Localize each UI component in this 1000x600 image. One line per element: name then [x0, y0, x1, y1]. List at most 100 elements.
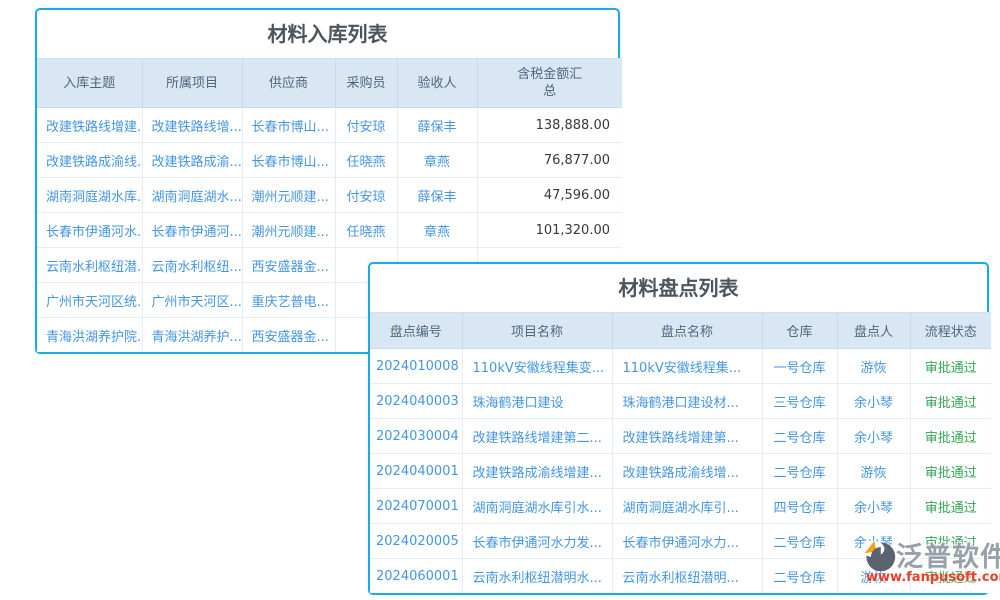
table-cell[interactable]: 青海洪湖养护院... [37, 318, 142, 353]
table-cell[interactable]: 2024070001 [370, 489, 462, 524]
table-row[interactable]: 2024040001改建铁路成渝线增建...改建铁路成渝线增...二号仓库游恢审… [370, 454, 991, 489]
table-row[interactable]: 2024040003珠海鹤港口建设珠海鹤港口建设材...三号仓库余小琴审批通过 [370, 384, 991, 419]
table-cell[interactable]: 长春市博山... [242, 143, 335, 178]
table-cell[interactable]: 任晓燕 [335, 143, 397, 178]
table-cell[interactable]: 2024040001 [370, 454, 462, 489]
table-cell[interactable]: 101,320.00 [477, 213, 622, 248]
column-header: 供应商 [242, 59, 335, 108]
table-cell[interactable]: 审批通过 [910, 559, 991, 594]
table-cell[interactable]: 二号仓库 [762, 454, 837, 489]
table-cell[interactable]: 重庆艺普电... [242, 283, 335, 318]
table-row[interactable]: 长春市伊通河水...长春市伊通河...潮州元顺建...任晓燕章燕101,320.… [37, 213, 622, 248]
column-header: 含税金额汇总 [477, 59, 622, 108]
table-cell[interactable]: 四号仓库 [762, 489, 837, 524]
table-cell[interactable]: 余小琴 [837, 384, 910, 419]
table-cell[interactable]: 二号仓库 [762, 559, 837, 594]
table-row[interactable]: 改建铁路线增建...改建铁路线增...长春市博山...付安琼薛保丰138,888… [37, 108, 622, 143]
table-cell[interactable]: 2024010008 [370, 349, 462, 384]
table-cell[interactable]: 二号仓库 [762, 419, 837, 454]
table-cell[interactable]: 改建铁路成渝... [142, 143, 242, 178]
table-cell[interactable]: 云南水利枢纽潜明... [612, 559, 762, 594]
table-cell[interactable]: 薛保丰 [397, 108, 477, 143]
table-cell[interactable]: 审批通过 [910, 489, 991, 524]
table-cell[interactable]: 110kV安徽线程集变... [462, 349, 612, 384]
table-cell[interactable]: 付安琼 [335, 108, 397, 143]
table-cell[interactable]: 湖南洞庭湖水库引... [612, 489, 762, 524]
table-cell[interactable]: 湖南洞庭湖水... [142, 178, 242, 213]
table-cell[interactable]: 47,596.00 [477, 178, 622, 213]
material-inbound-list-title: 材料入库列表 [37, 10, 618, 58]
table-cell[interactable]: 改建铁路线增建第... [612, 419, 762, 454]
column-header: 入库主题 [37, 59, 142, 108]
table-cell[interactable]: 章燕 [397, 213, 477, 248]
table-cell[interactable]: 审批通过 [910, 524, 991, 559]
column-header: 所属项目 [142, 59, 242, 108]
table-row[interactable]: 2024070001湖南洞庭湖水库引水...湖南洞庭湖水库引...四号仓库余小琴… [370, 489, 991, 524]
table-cell[interactable]: 云南水利枢纽... [142, 248, 242, 283]
material-stocktake-list-title: 材料盘点列表 [370, 264, 987, 312]
table-cell[interactable]: 三号仓库 [762, 384, 837, 419]
table-cell[interactable]: 长春市伊通河水... [37, 213, 142, 248]
table-cell[interactable]: 2024030004 [370, 419, 462, 454]
table-cell[interactable]: 110kV安徽线程集... [612, 349, 762, 384]
table-cell[interactable]: 审批通过 [910, 349, 991, 384]
column-header: 仓库 [762, 313, 837, 349]
table-cell[interactable]: 云南水利枢纽潜... [37, 248, 142, 283]
table-row[interactable]: 2024020005长春市伊通河水力发...长春市伊通河水力...二号仓库余小琴… [370, 524, 991, 559]
table-cell[interactable]: 付安琼 [335, 178, 397, 213]
table-cell[interactable]: 余小琴 [837, 524, 910, 559]
table-cell[interactable]: 游恢 [837, 559, 910, 594]
table-cell[interactable]: 章燕 [397, 143, 477, 178]
table-cell[interactable]: 二号仓库 [762, 524, 837, 559]
table-cell[interactable]: 2024020005 [370, 524, 462, 559]
header-row: 入库主题所属项目供应商采购员验收人含税金额汇总 [37, 59, 622, 108]
table-cell[interactable]: 改建铁路线增... [142, 108, 242, 143]
table-cell[interactable]: 2024040003 [370, 384, 462, 419]
table-cell[interactable]: 2024060001 [370, 559, 462, 594]
table-cell[interactable]: 珠海鹤港口建设 [462, 384, 612, 419]
table-cell[interactable]: 长春市博山... [242, 108, 335, 143]
table-cell[interactable]: 游恢 [837, 349, 910, 384]
table-cell[interactable]: 潮州元顺建... [242, 213, 335, 248]
table-cell[interactable]: 湖南洞庭湖水库引水... [462, 489, 612, 524]
table-cell[interactable]: 青海洪湖养护... [142, 318, 242, 353]
table-cell[interactable]: 潮州元顺建... [242, 178, 335, 213]
table-cell[interactable]: 西安盛器金... [242, 248, 335, 283]
table-row[interactable]: 2024010008110kV安徽线程集变...110kV安徽线程集...一号仓… [370, 349, 991, 384]
table-cell[interactable]: 审批通过 [910, 384, 991, 419]
table-cell[interactable]: 改建铁路线增建第二... [462, 419, 612, 454]
table-cell[interactable]: 一号仓库 [762, 349, 837, 384]
table-cell[interactable]: 审批通过 [910, 454, 991, 489]
table-cell[interactable]: 薛保丰 [397, 178, 477, 213]
column-header: 盘点编号 [370, 313, 462, 349]
table-cell[interactable]: 长春市伊通河... [142, 213, 242, 248]
table-cell[interactable]: 长春市伊通河水力发... [462, 524, 612, 559]
table-row[interactable]: 2024030004改建铁路线增建第二...改建铁路线增建第...二号仓库余小琴… [370, 419, 991, 454]
table-cell[interactable]: 余小琴 [837, 419, 910, 454]
table-row[interactable]: 2024060001云南水利枢纽潜明水...云南水利枢纽潜明...二号仓库游恢审… [370, 559, 991, 594]
table-cell[interactable]: 76,877.00 [477, 143, 622, 178]
material-stocktake-list-card: 材料盘点列表 盘点编号项目名称盘点名称仓库盘点人流程状态202401000811… [368, 262, 989, 595]
table-cell[interactable]: 138,888.00 [477, 108, 622, 143]
table-cell[interactable]: 改建铁路成渝线... [37, 143, 142, 178]
table-cell[interactable]: 湖南洞庭湖水库... [37, 178, 142, 213]
material-stocktake-table: 盘点编号项目名称盘点名称仓库盘点人流程状态2024010008110kV安徽线程… [370, 312, 991, 593]
table-row[interactable]: 湖南洞庭湖水库...湖南洞庭湖水...潮州元顺建...付安琼薛保丰47,596.… [37, 178, 622, 213]
table-cell[interactable]: 广州市天河区... [142, 283, 242, 318]
table-cell[interactable]: 任晓燕 [335, 213, 397, 248]
table-cell[interactable]: 改建铁路线增建... [37, 108, 142, 143]
table-cell[interactable]: 改建铁路成渝线增... [612, 454, 762, 489]
column-header: 盘点名称 [612, 313, 762, 349]
table-cell[interactable]: 广州市天河区统... [37, 283, 142, 318]
table-cell[interactable]: 改建铁路成渝线增建... [462, 454, 612, 489]
table-cell[interactable]: 西安盛器金... [242, 318, 335, 353]
column-header: 项目名称 [462, 313, 612, 349]
table-cell[interactable]: 余小琴 [837, 489, 910, 524]
table-cell[interactable]: 审批通过 [910, 419, 991, 454]
table-cell[interactable]: 云南水利枢纽潜明水... [462, 559, 612, 594]
column-header: 盘点人 [837, 313, 910, 349]
table-cell[interactable]: 游恢 [837, 454, 910, 489]
table-cell[interactable]: 长春市伊通河水力... [612, 524, 762, 559]
table-cell[interactable]: 珠海鹤港口建设材... [612, 384, 762, 419]
table-row[interactable]: 改建铁路成渝线...改建铁路成渝...长春市博山...任晓燕章燕76,877.0… [37, 143, 622, 178]
